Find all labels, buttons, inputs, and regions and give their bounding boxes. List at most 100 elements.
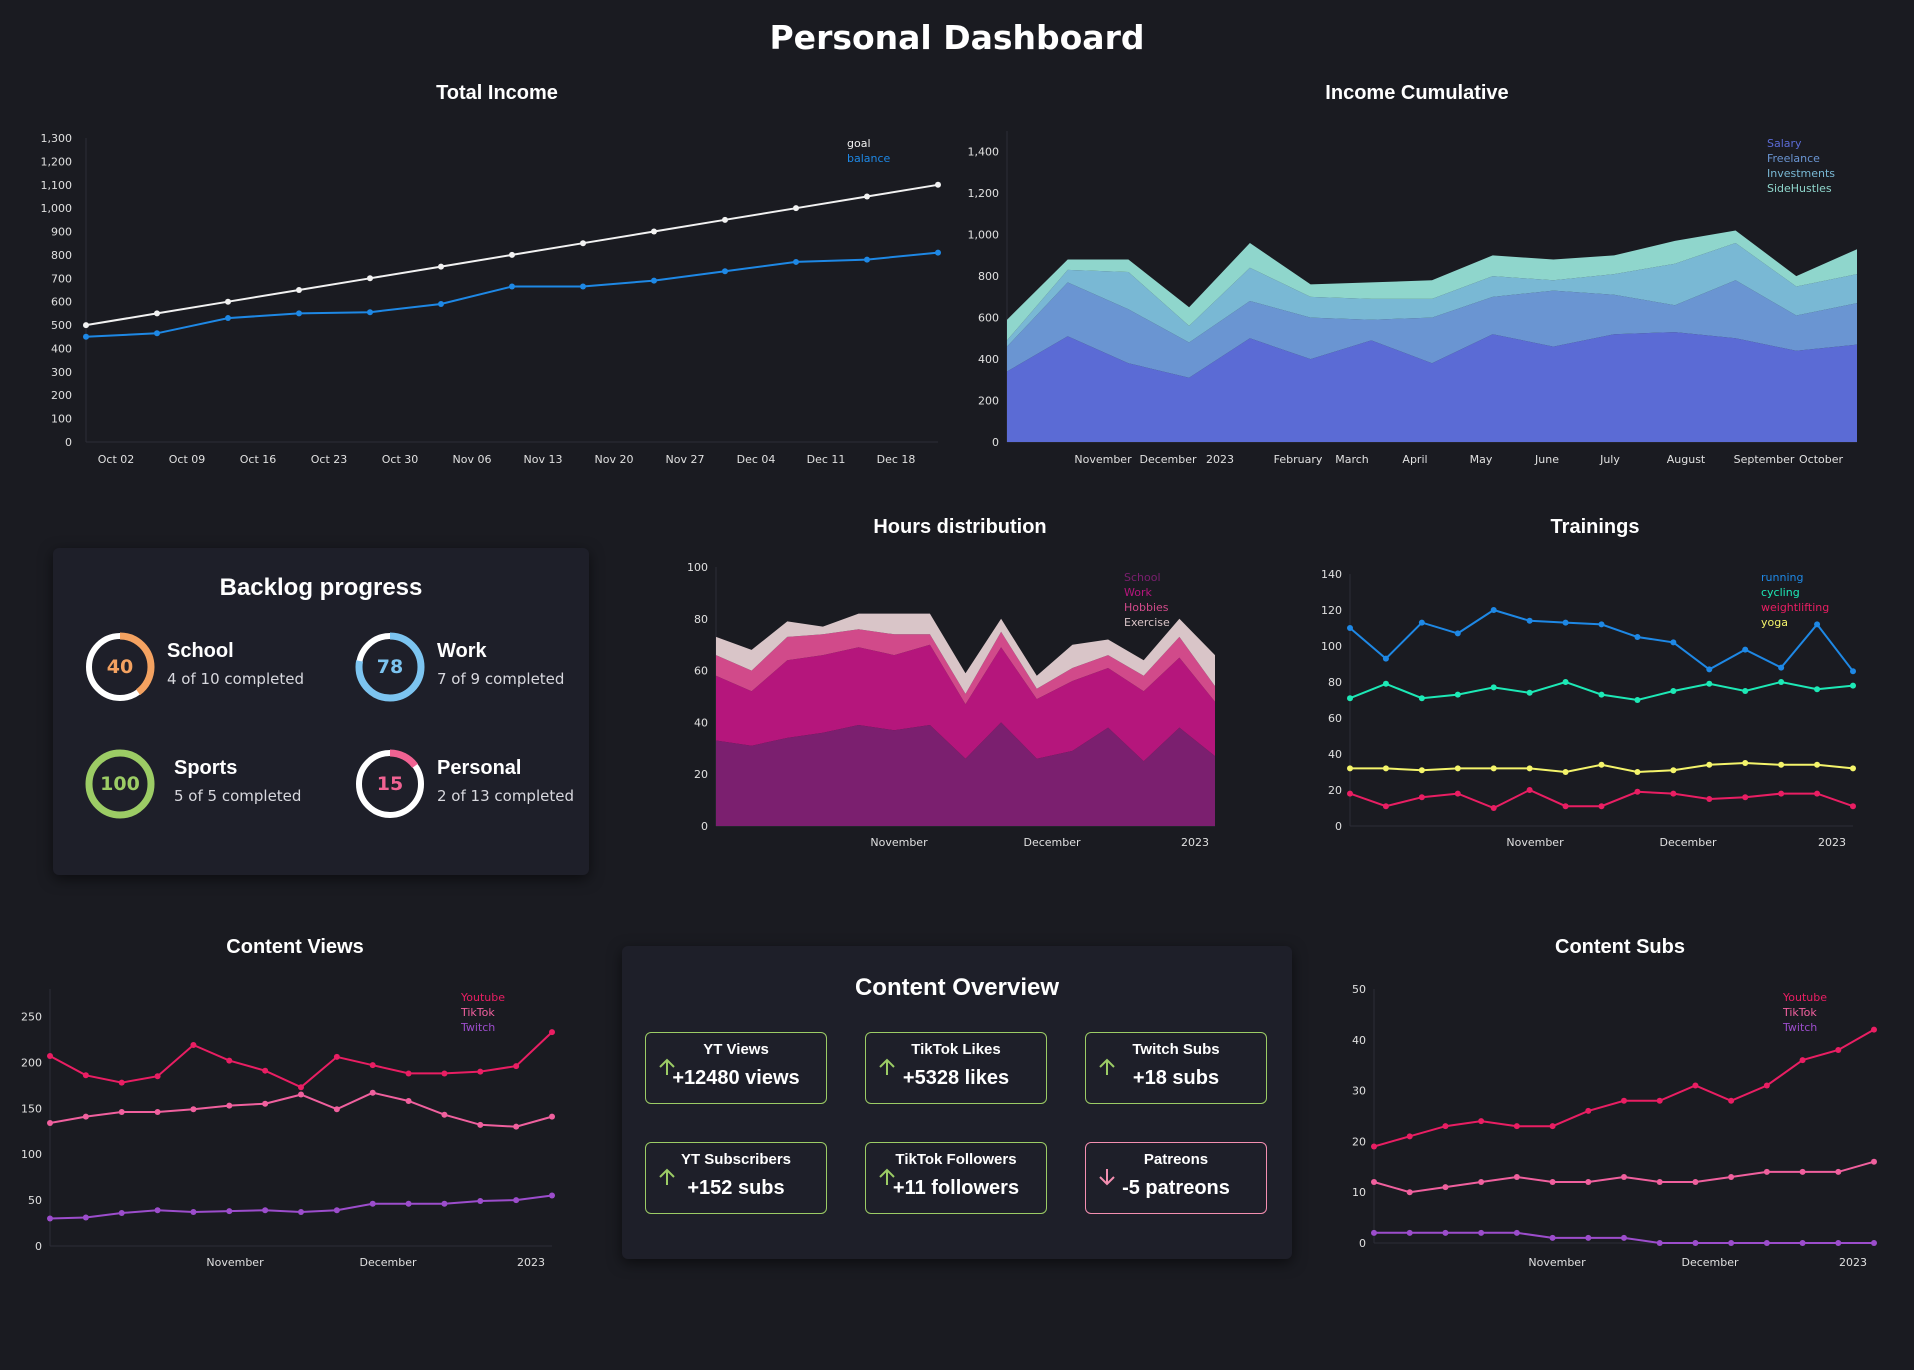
y-tick-label: 0: [1359, 1237, 1366, 1250]
point-balance: [864, 256, 870, 263]
point-goal: [722, 216, 728, 223]
point-running: [1778, 664, 1785, 671]
point-balance: [793, 258, 799, 265]
point-goal: [935, 181, 941, 188]
total_income-chart: 0 100 200 300 400 500 600 700 800 900 1,000 1,100 1,…: [41, 132, 941, 466]
point-weightlifting: [1634, 788, 1641, 795]
x-tick-label: December: [1681, 1256, 1739, 1269]
backlog-item-subtitle: 5 of 5 completed: [174, 787, 302, 805]
y-tick-label: 0: [35, 1240, 42, 1253]
point-cycling: [1562, 679, 1569, 685]
point-twitch: [369, 1200, 376, 1207]
point-cycling: [1454, 691, 1461, 698]
point-tiktok: [190, 1106, 197, 1113]
y-tick-label: 120: [1321, 604, 1342, 617]
backlog-item-subtitle: 4 of 10 completed: [167, 670, 304, 688]
point-running: [1454, 630, 1461, 637]
point-youtube: [1799, 1057, 1806, 1064]
y-tick-label: 400: [978, 353, 999, 366]
point-youtube: [405, 1070, 412, 1077]
x-tick-label: June: [1534, 453, 1559, 466]
point-goal: [438, 263, 444, 270]
y-tick-label: 800: [978, 270, 999, 283]
backlog-percent: 78: [376, 656, 404, 678]
stat-tiktok-likes: TikTok Likes +5328 likes: [865, 1032, 1047, 1104]
x-tick-label: August: [1667, 453, 1706, 466]
point-balance: [651, 277, 657, 284]
point-youtube: [1621, 1097, 1627, 1104]
point-cycling: [1814, 686, 1821, 693]
point-twitch: [1371, 1229, 1377, 1236]
point-youtube: [1585, 1107, 1592, 1114]
point-weightlifting: [1418, 794, 1425, 801]
point-cycling: [1490, 684, 1497, 691]
backlog-item-name: Sports: [174, 757, 238, 779]
point-yoga: [1347, 765, 1353, 772]
point-balance: [83, 333, 89, 340]
point-tiktok: [1371, 1179, 1377, 1186]
point-youtube: [262, 1067, 269, 1074]
point-weightlifting: [1598, 803, 1605, 810]
x-tick-label: 2023: [1181, 836, 1209, 849]
y-tick-label: 30: [1352, 1085, 1366, 1098]
y-tick-label: 600: [978, 312, 999, 325]
point-tiktok: [1871, 1158, 1877, 1165]
point-running: [1347, 625, 1353, 631]
legend-item: Salary: [1767, 137, 1802, 150]
legend-item: Exercise: [1124, 616, 1170, 629]
stat-value: +11 followers: [892, 1177, 1020, 1199]
point-twitch: [1621, 1234, 1627, 1241]
point-running: [1562, 619, 1569, 626]
point-running: [1598, 621, 1605, 628]
line-youtube: [49, 1031, 553, 1089]
backlog-percent: 15: [376, 773, 404, 795]
point-balance: [580, 283, 586, 290]
point-twitch: [190, 1209, 197, 1216]
y-tick-label: 150: [21, 1102, 42, 1115]
point-twitch: [262, 1207, 269, 1214]
point-balance: [935, 249, 941, 256]
x-tick-label: Oct 30: [382, 453, 419, 466]
point-weightlifting: [1562, 803, 1569, 810]
point-running: [1814, 621, 1821, 628]
point-tiktok: [1585, 1179, 1592, 1186]
point-yoga: [1706, 761, 1713, 768]
point-goal: [580, 240, 586, 247]
backlog-progress-title: Backlog progress: [219, 574, 423, 601]
x-tick-label: 2023: [1206, 453, 1234, 466]
legend-item: yoga: [1761, 616, 1788, 629]
y-tick-label: 100: [687, 561, 708, 574]
stat-value: +5328 likes: [902, 1067, 1010, 1089]
y-tick-label: 80: [694, 613, 708, 626]
y-tick-label: 60: [694, 665, 708, 678]
point-yoga: [1562, 769, 1569, 775]
point-youtube: [333, 1053, 340, 1060]
point-youtube: [82, 1072, 89, 1079]
y-tick-label: 1,000: [968, 229, 1000, 242]
point-running: [1670, 639, 1677, 646]
point-youtube: [1442, 1123, 1449, 1130]
y-tick-label: 500: [51, 319, 72, 332]
point-yoga: [1382, 765, 1389, 772]
point-yoga: [1670, 767, 1677, 774]
point-twitch: [549, 1192, 555, 1199]
legend-item: Investments: [1767, 167, 1835, 180]
y-tick-label: 20: [1352, 1135, 1366, 1148]
y-tick-label: 1,000: [41, 202, 73, 215]
point-balance: [367, 309, 373, 316]
x-tick-label: July: [1599, 453, 1620, 466]
x-tick-label: April: [1402, 453, 1427, 466]
x-tick-label: September: [1734, 453, 1795, 466]
point-running: [1742, 646, 1749, 653]
point-goal: [367, 275, 373, 282]
point-tiktok: [1478, 1179, 1485, 1186]
point-cycling: [1850, 682, 1856, 689]
content_views-chart: 0 50 100 150 200 250 November December 2023 Youtu…: [21, 989, 555, 1269]
point-tiktok: [1728, 1173, 1735, 1180]
point-weightlifting: [1706, 796, 1713, 802]
point-twitch: [1728, 1240, 1735, 1246]
point-running: [1706, 666, 1713, 673]
y-tick-label: 300: [51, 366, 72, 379]
stat-patreons: Patreons -5 patreons: [1085, 1142, 1267, 1214]
y-tick-label: 700: [51, 272, 72, 285]
